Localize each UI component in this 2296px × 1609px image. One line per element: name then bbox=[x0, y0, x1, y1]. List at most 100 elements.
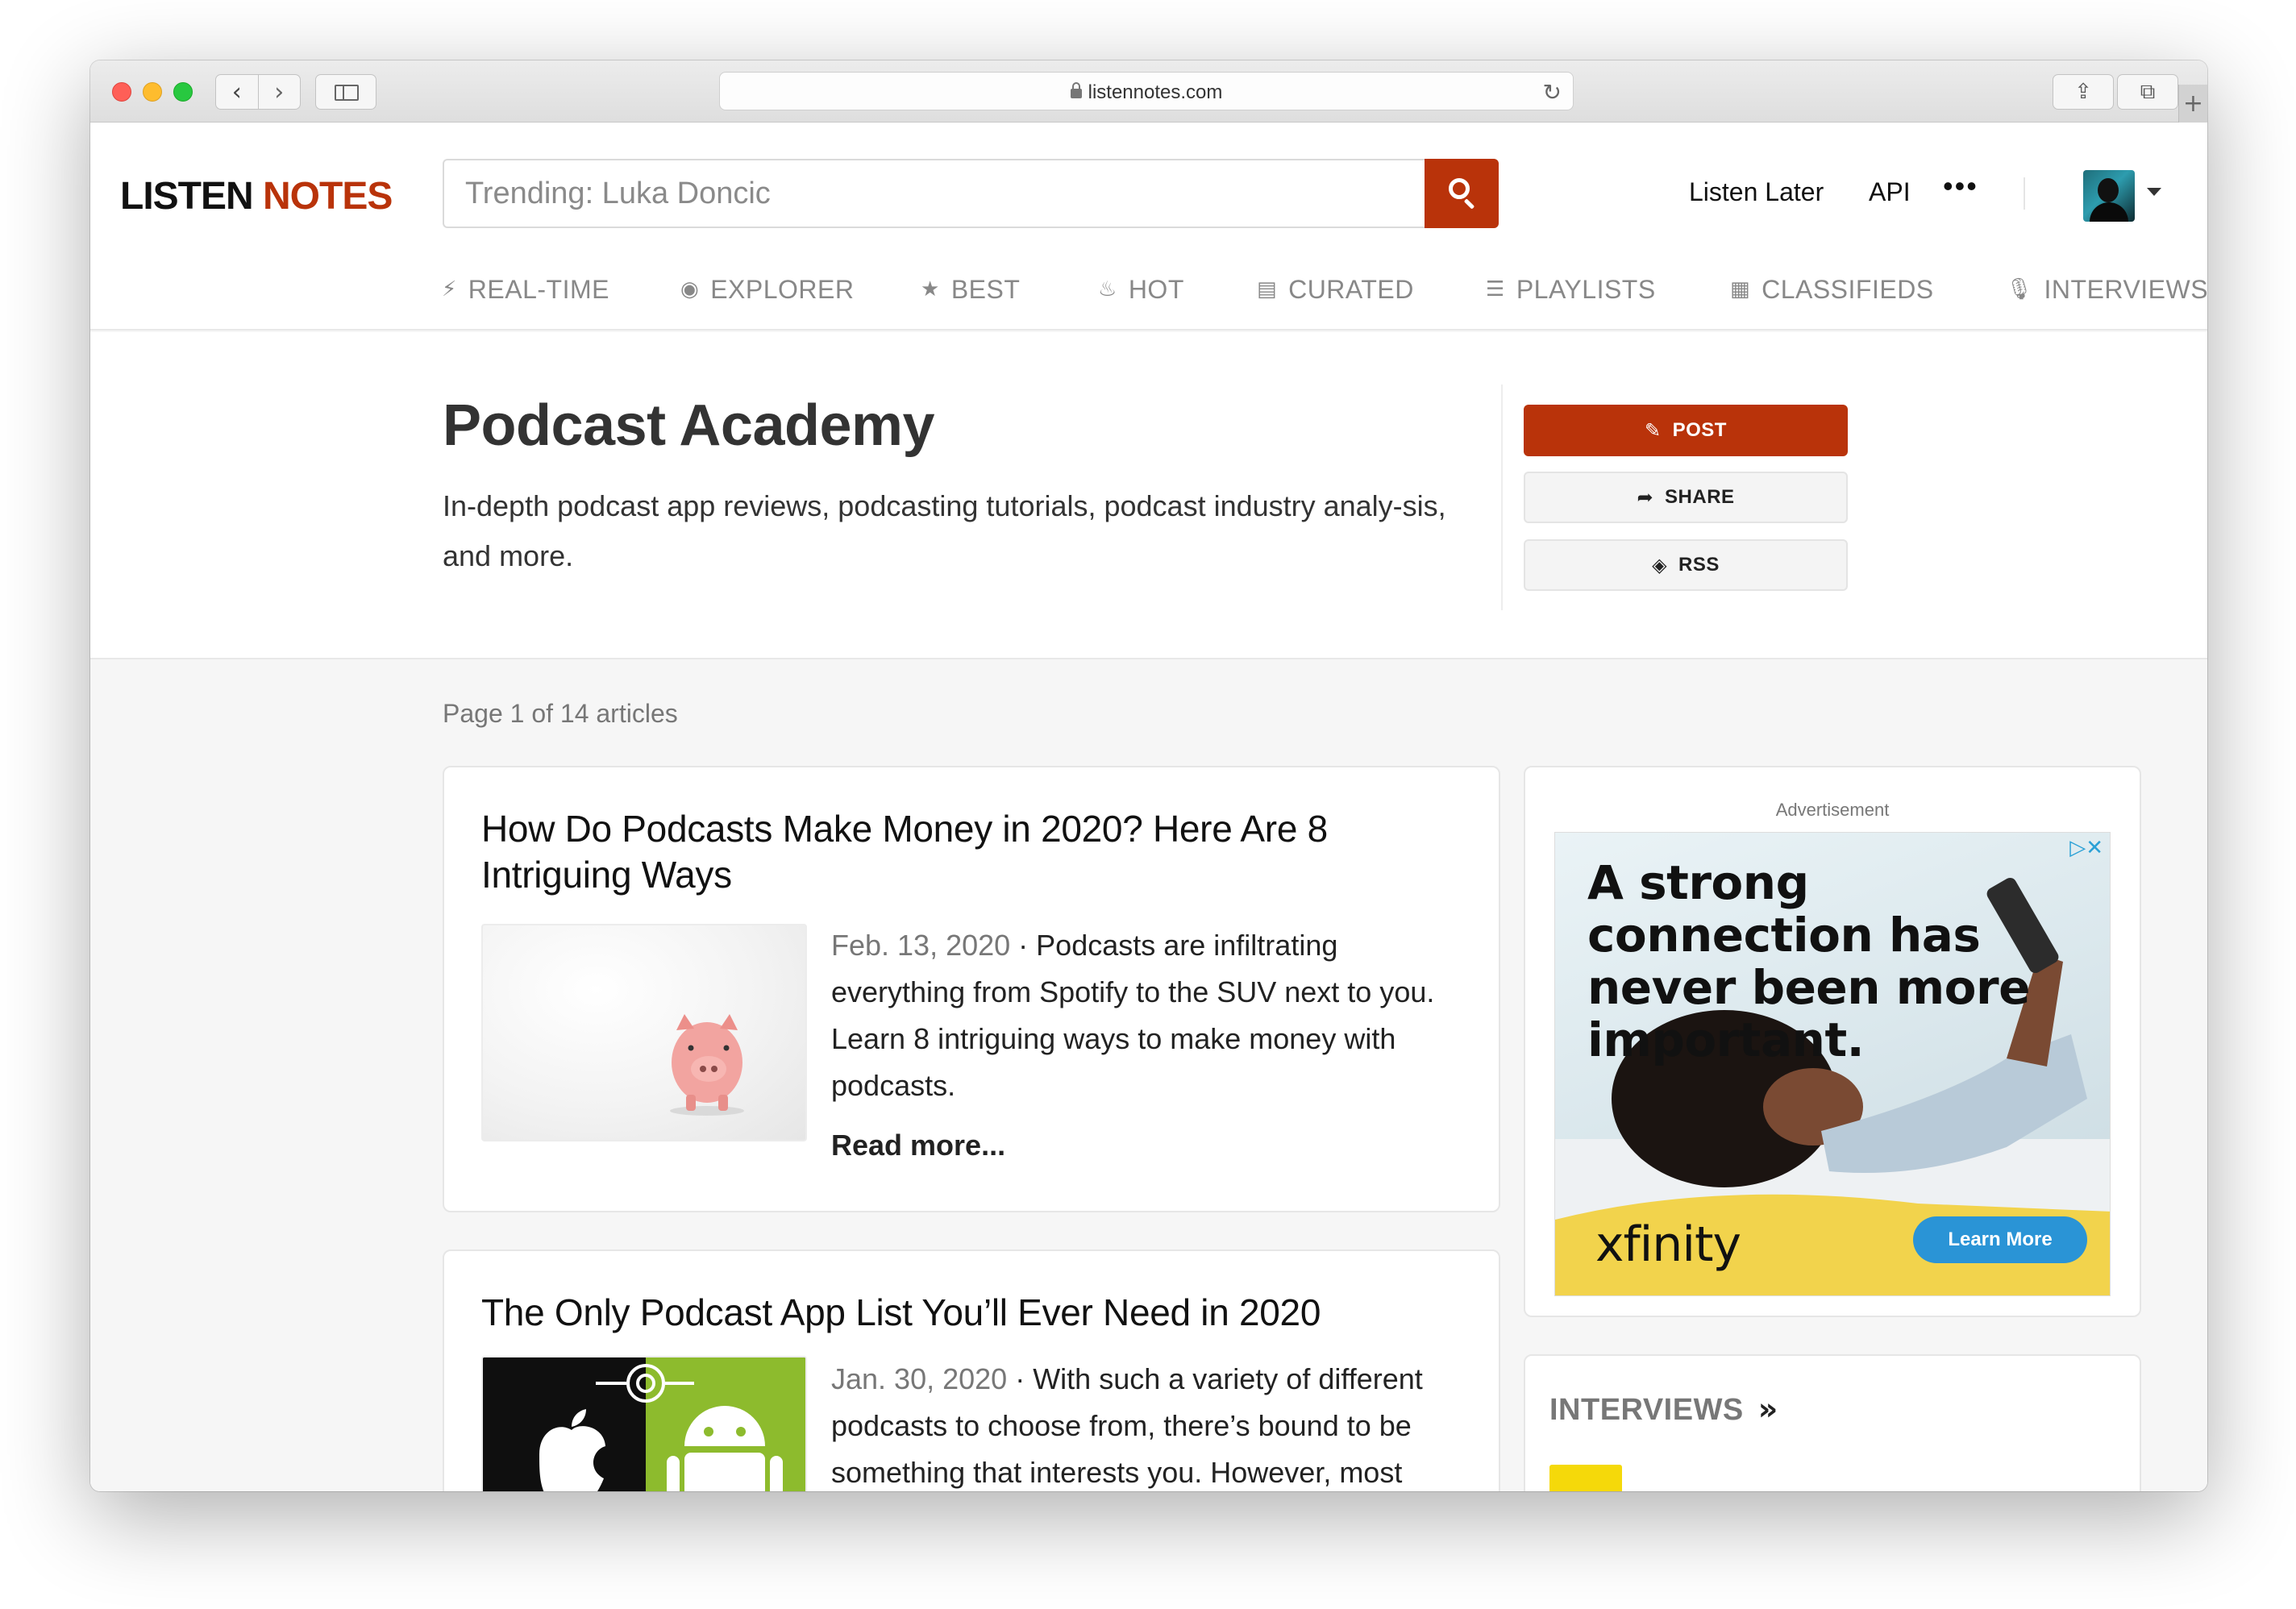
chevron-down-icon[interactable] bbox=[2147, 188, 2161, 196]
article-summary: Jan. 30, 2020 · With such a variety of d… bbox=[831, 1356, 1468, 1491]
close-window-button[interactable] bbox=[112, 82, 131, 102]
search-input[interactable] bbox=[444, 160, 1428, 227]
header-divider bbox=[2024, 177, 2025, 210]
ad-learn-more-button[interactable]: Learn More bbox=[1913, 1216, 2087, 1263]
site-header: LISTEN NOTES Listen Later API ••• ⚡ REAL-… bbox=[90, 123, 2207, 331]
nav-label: REAL-TIME bbox=[468, 274, 609, 304]
hero-divider bbox=[1501, 385, 1503, 610]
ad-banner[interactable]: A strong connection has never been more … bbox=[1554, 832, 2111, 1296]
share-button[interactable]: ➦ SHARE bbox=[1524, 472, 1848, 523]
article-card: The Only Podcast App List You’ll Ever Ne… bbox=[443, 1249, 1500, 1491]
advertisement-card: Advertisement A strong connection has ne… bbox=[1524, 766, 2141, 1317]
logo-notes: NOTES bbox=[263, 175, 393, 218]
more-menu-icon[interactable]: ••• bbox=[1943, 169, 1978, 203]
post-label: POST bbox=[1672, 419, 1727, 441]
plus-icon: + bbox=[2182, 89, 2204, 118]
article-thumbnail-piggy-bank[interactable] bbox=[481, 924, 807, 1141]
piggy-bank-icon bbox=[670, 1014, 744, 1116]
ad-choices-icon[interactable]: ▷✕ bbox=[2069, 836, 2103, 860]
tabs-icon: ⧉ bbox=[2140, 79, 2156, 104]
sidebar-icon bbox=[335, 85, 359, 101]
article-card: How Do Podcasts Make Money in 2020? Here… bbox=[443, 766, 1500, 1212]
nav-explorer[interactable]: ◉ EXPLORER bbox=[680, 269, 854, 310]
nav-hot[interactable]: ♨ HOT bbox=[1098, 269, 1184, 310]
api-link[interactable]: API bbox=[1869, 177, 1911, 207]
nav-curated[interactable]: ▤ CURATED bbox=[1257, 269, 1414, 310]
site-logo[interactable]: LISTEN NOTES bbox=[120, 174, 393, 218]
listen-later-link[interactable]: Listen Later bbox=[1689, 177, 1824, 207]
share-arrow-icon: ➦ bbox=[1637, 486, 1654, 509]
nav-real-time[interactable]: ⚡ REAL-TIME bbox=[442, 269, 609, 310]
zoom-window-button[interactable] bbox=[173, 82, 193, 102]
article-title[interactable]: How Do Podcasts Make Money in 2020? Here… bbox=[481, 806, 1449, 898]
avatar[interactable] bbox=[2083, 170, 2135, 222]
edit-icon: ✎ bbox=[1645, 419, 1662, 442]
ad-brand-logo: xfinity bbox=[1595, 1216, 1741, 1273]
search-icon bbox=[1449, 178, 1470, 199]
nav-label: CLASSIFIEDS bbox=[1762, 274, 1934, 304]
post-button[interactable]: ✎ POST bbox=[1524, 405, 1848, 456]
read-more-link[interactable]: Read more... bbox=[831, 1129, 1005, 1162]
nav-label: CURATED bbox=[1288, 274, 1414, 304]
star-icon: ★ bbox=[921, 277, 940, 301]
browser-toolbar: ‹ › listennotes.com ↻ ⇪ ⧉ + bbox=[90, 60, 2207, 123]
date-separator: · bbox=[1007, 1362, 1034, 1395]
browser-share-button[interactable]: ⇪ bbox=[2053, 74, 2114, 110]
nav-label: EXPLORER bbox=[710, 274, 855, 304]
nav-label: PLAYLISTS bbox=[1516, 274, 1656, 304]
microphone-icon: 🎙 bbox=[2006, 277, 2033, 301]
address-bar[interactable]: listennotes.com ↻ bbox=[719, 72, 1574, 110]
forward-icon[interactable]: › bbox=[259, 75, 301, 109]
page-count: Page 1 of 14 articles bbox=[443, 699, 678, 728]
nav-label: HOT bbox=[1128, 274, 1184, 304]
browser-window: ‹ › listennotes.com ↻ ⇪ ⧉ + LISTEN NOTES… bbox=[90, 60, 2207, 1491]
rss-button[interactable]: ◈ RSS bbox=[1524, 539, 1848, 591]
page-description: In-depth podcast app reviews, podcasting… bbox=[443, 489, 1446, 572]
article-summary: Feb. 13, 2020 · Podcasts are infiltratin… bbox=[831, 922, 1468, 1109]
url-display: listennotes.com bbox=[720, 81, 1573, 104]
list-icon: ☰ bbox=[1486, 277, 1505, 301]
interviews-title: INTERVIEWS bbox=[1549, 1393, 1744, 1427]
reload-icon[interactable]: ↻ bbox=[1543, 79, 1562, 106]
nav-interviews[interactable]: 🎙 INTERVIEWS bbox=[2006, 269, 2207, 310]
compass-icon: ◉ bbox=[680, 277, 700, 301]
bolt-icon: ⚡ bbox=[442, 277, 457, 301]
logo-listen: LISTEN bbox=[120, 175, 254, 218]
back-icon[interactable]: ‹ bbox=[216, 75, 259, 109]
flame-icon: ♨ bbox=[1098, 277, 1117, 301]
interviews-widget: INTERVIEWS » bbox=[1524, 1354, 2141, 1491]
article-title[interactable]: The Only Podcast App List You’ll Ever Ne… bbox=[481, 1290, 1449, 1336]
show-tabs-button[interactable]: ⧉ bbox=[2117, 74, 2178, 110]
new-tab-button[interactable]: + bbox=[2178, 85, 2207, 123]
date-separator: · bbox=[1010, 929, 1037, 962]
history-buttons: ‹ › bbox=[215, 74, 301, 110]
nav-label: BEST bbox=[950, 274, 1021, 304]
lock-icon bbox=[1070, 82, 1082, 98]
nav-label: INTERVIEWS bbox=[2044, 274, 2207, 304]
interviews-heading[interactable]: INTERVIEWS » bbox=[1549, 1391, 1778, 1428]
share-icon: ⇪ bbox=[2074, 80, 2092, 104]
share-label: SHARE bbox=[1665, 486, 1735, 508]
ad-headline: A strong connection has never been more … bbox=[1587, 855, 2030, 1067]
interview-thumbnail[interactable] bbox=[1549, 1465, 1622, 1491]
search-button[interactable] bbox=[1425, 159, 1499, 228]
sidebar-toggle-button[interactable] bbox=[315, 74, 376, 110]
minimize-window-button[interactable] bbox=[143, 82, 162, 102]
nav-classifieds[interactable]: ▦ CLASSIFIEDS bbox=[1730, 269, 1934, 310]
book-icon: ▤ bbox=[1257, 277, 1278, 301]
article-date: Jan. 30, 2020 bbox=[831, 1362, 1008, 1395]
page-title: Podcast Academy bbox=[443, 393, 935, 458]
article-thumbnail-apple-android[interactable] bbox=[481, 1356, 807, 1491]
rss-label: RSS bbox=[1678, 554, 1720, 576]
apple-android-icon bbox=[483, 1357, 805, 1491]
hero-section: Podcast Academy In-depth podcast app rev… bbox=[90, 332, 2207, 659]
search-box bbox=[443, 159, 1499, 228]
page-content: LISTEN NOTES Listen Later API ••• ⚡ REAL-… bbox=[90, 123, 2207, 1491]
article-date: Feb. 13, 2020 bbox=[831, 929, 1011, 962]
ad-label: Advertisement bbox=[1775, 800, 1890, 820]
nav-playlists[interactable]: ☰ PLAYLISTS bbox=[1486, 269, 1656, 310]
nav-best[interactable]: ★ BEST bbox=[921, 269, 1020, 310]
url-text: listennotes.com bbox=[1088, 81, 1223, 103]
double-chevron-right-icon: » bbox=[1757, 1391, 1778, 1427]
newspaper-icon: ▦ bbox=[1730, 277, 1751, 301]
